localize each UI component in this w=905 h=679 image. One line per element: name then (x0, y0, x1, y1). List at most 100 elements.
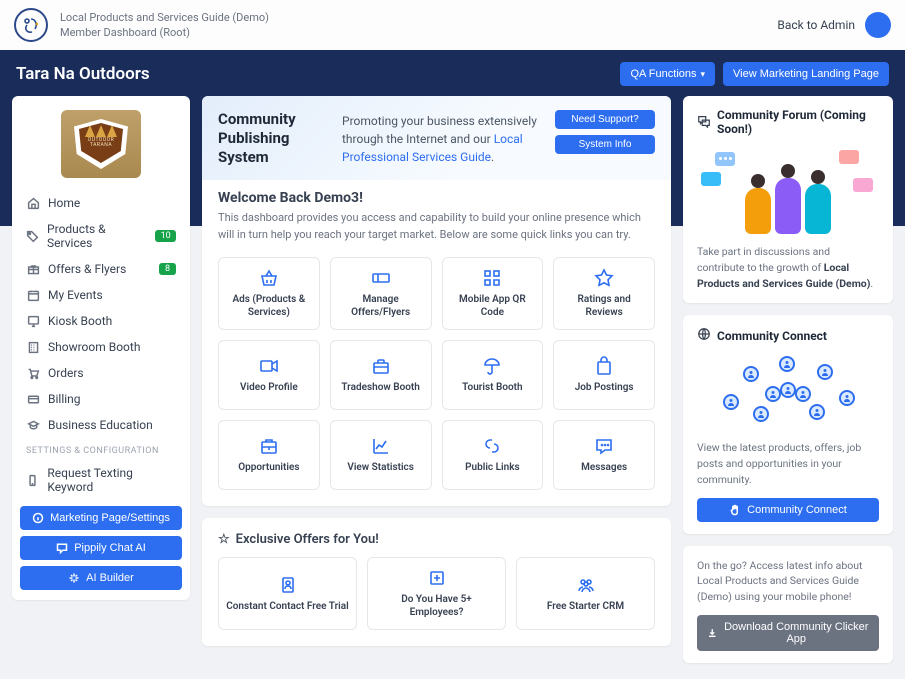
link-icon (482, 436, 502, 456)
view-landing-page-button[interactable]: View Marketing Landing Page (723, 62, 889, 86)
ticket-icon (371, 268, 391, 288)
community-connect-button[interactable]: Community Connect (697, 498, 879, 522)
forum-icon (697, 114, 711, 131)
sidebar-item-products-services[interactable]: Products & Services10 (20, 216, 182, 256)
globe-icon (697, 327, 711, 344)
system-info-button[interactable]: System Info (555, 135, 655, 154)
business-name: Tara Na Outdoors (16, 64, 150, 84)
sidebar: OUTDOOR TARANA HomeProducts & Services10… (12, 96, 190, 600)
sidebar-item-offers-flyers[interactable]: Offers & Flyers8 (20, 256, 182, 282)
cart-icon (26, 367, 40, 380)
contact-icon (278, 575, 298, 595)
video-icon (259, 356, 279, 376)
offer-tile-do-you-have-5-employees-[interactable]: Do You Have 5+ Employees? (367, 557, 506, 630)
offer-tile-constant-contact-free-trial[interactable]: Constant Contact Free Trial (218, 557, 357, 630)
tile-messages[interactable]: Messages (553, 420, 655, 490)
need-support-button[interactable]: Need Support? (555, 110, 655, 129)
badge: 10 (155, 230, 176, 242)
badge: 8 (159, 263, 176, 275)
offer-tile-free-starter-crm[interactable]: Free Starter CRM (516, 557, 655, 630)
hero-title: Community Publishing System (218, 110, 328, 166)
pippily-chat-ai-button[interactable]: Pippily Chat AI (20, 536, 182, 560)
forum-text: Take part in discussions and contribute … (697, 244, 879, 291)
page-subtitle: Member Dashboard (Root) (60, 25, 777, 40)
app-title: Local Products and Services Guide (Demo) (60, 10, 777, 25)
tile-ratings-and-reviews[interactable]: Ratings and Reviews (553, 257, 655, 330)
calendar-icon (26, 289, 40, 302)
community-forum-card: Community Forum (Coming Soon!) Take part… (683, 96, 893, 303)
business-logo: OUTDOOR TARANA (20, 106, 182, 190)
monitor-icon (26, 315, 40, 328)
hero-banner: Community Publishing System Promoting yo… (202, 96, 671, 180)
user-avatar[interactable] (865, 12, 891, 38)
network-node (765, 386, 781, 402)
mobile-text: On the go? Access latest info about Loca… (697, 558, 879, 605)
tile-ads-products-services-[interactable]: Ads (Products & Services) (218, 257, 320, 330)
sidebar-item-billing[interactable]: Billing (20, 386, 182, 412)
home-icon (26, 197, 40, 210)
tile-video-profile[interactable]: Video Profile (218, 340, 320, 410)
sidebar-item-request-texting-keyword[interactable]: Request Texting Keyword (20, 460, 182, 500)
network-node (780, 382, 796, 398)
main-panel: Community Publishing System Promoting yo… (202, 96, 671, 506)
forum-title: Community Forum (Coming Soon!) (717, 108, 879, 136)
download-app-button[interactable]: Download Community Clicker App (697, 615, 879, 651)
connect-title: Community Connect (717, 329, 827, 343)
welcome-greeting: Welcome Back Demo3! (218, 190, 655, 206)
star-icon (594, 268, 614, 288)
sidebar-item-showroom-booth[interactable]: Showroom Booth (20, 334, 182, 360)
qa-functions-button[interactable]: QA Functions▾ (620, 62, 715, 86)
tile-manage-offers-flyers[interactable]: Manage Offers/Flyers (330, 257, 432, 330)
sidebar-item-home[interactable]: Home (20, 190, 182, 216)
phone-icon (26, 474, 39, 487)
briefcase-icon (371, 356, 391, 376)
building-icon (26, 341, 40, 354)
tile-opportunities[interactable]: Opportunities (218, 420, 320, 490)
message-icon (594, 436, 614, 456)
tile-mobile-app-qr-code[interactable]: Mobile App QR Code (442, 257, 544, 330)
sidebar-item-orders[interactable]: Orders (20, 360, 182, 386)
star-icon: ☆ (218, 532, 230, 547)
hero-text: Promoting your business extensively thro… (342, 110, 541, 166)
gift-icon (26, 263, 40, 276)
chart-icon (371, 436, 391, 456)
network-node (779, 356, 795, 372)
tile-public-links[interactable]: Public Links (442, 420, 544, 490)
grad-icon (26, 419, 40, 432)
network-node (795, 386, 811, 402)
mobile-app-card: On the go? Access latest info about Loca… (683, 546, 893, 663)
offers-panel: ☆ Exclusive Offers for You! Constant Con… (202, 518, 671, 646)
community-connect-card: Community Connect View the latest produc… (683, 315, 893, 533)
connect-text: View the latest products, offers, job po… (697, 440, 879, 487)
tile-tradeshow-booth[interactable]: Tradeshow Booth (330, 340, 432, 410)
ai-builder-button[interactable]: AI Builder (20, 566, 182, 590)
network-node (839, 390, 855, 406)
network-node (743, 366, 759, 382)
tile-job-postings[interactable]: Job Postings (553, 340, 655, 410)
app-logo (14, 8, 48, 42)
settings-section-header: SETTINGS & CONFIGURATION (20, 438, 182, 460)
card-icon (26, 393, 40, 406)
basket-icon (259, 268, 279, 288)
bag-icon (594, 356, 614, 376)
network-node (817, 364, 833, 380)
chevron-down-icon: ▾ (701, 69, 706, 79)
network-node (809, 404, 825, 420)
offers-title: Exclusive Offers for You! (236, 532, 379, 547)
tag-icon (26, 230, 39, 243)
back-to-admin-link[interactable]: Back to Admin (777, 18, 855, 32)
forum-illustration (697, 144, 879, 234)
network-node (753, 406, 769, 422)
umbrella-icon (482, 356, 502, 376)
tile-view-statistics[interactable]: View Statistics (330, 420, 432, 490)
plus-icon (427, 568, 447, 588)
sidebar-item-kiosk-booth[interactable]: Kiosk Booth (20, 308, 182, 334)
sidebar-item-my-events[interactable]: My Events (20, 282, 182, 308)
welcome-subtext: This dashboard provides you access and c… (218, 210, 655, 243)
sidebar-item-business-education[interactable]: Business Education (20, 412, 182, 438)
tile-tourist-booth[interactable]: Tourist Booth (442, 340, 544, 410)
marketing-page-settings-button[interactable]: Marketing Page/Settings (20, 506, 182, 530)
network-node (723, 394, 739, 410)
top-bar: Local Products and Services Guide (Demo)… (0, 0, 905, 50)
people-icon (576, 575, 596, 595)
